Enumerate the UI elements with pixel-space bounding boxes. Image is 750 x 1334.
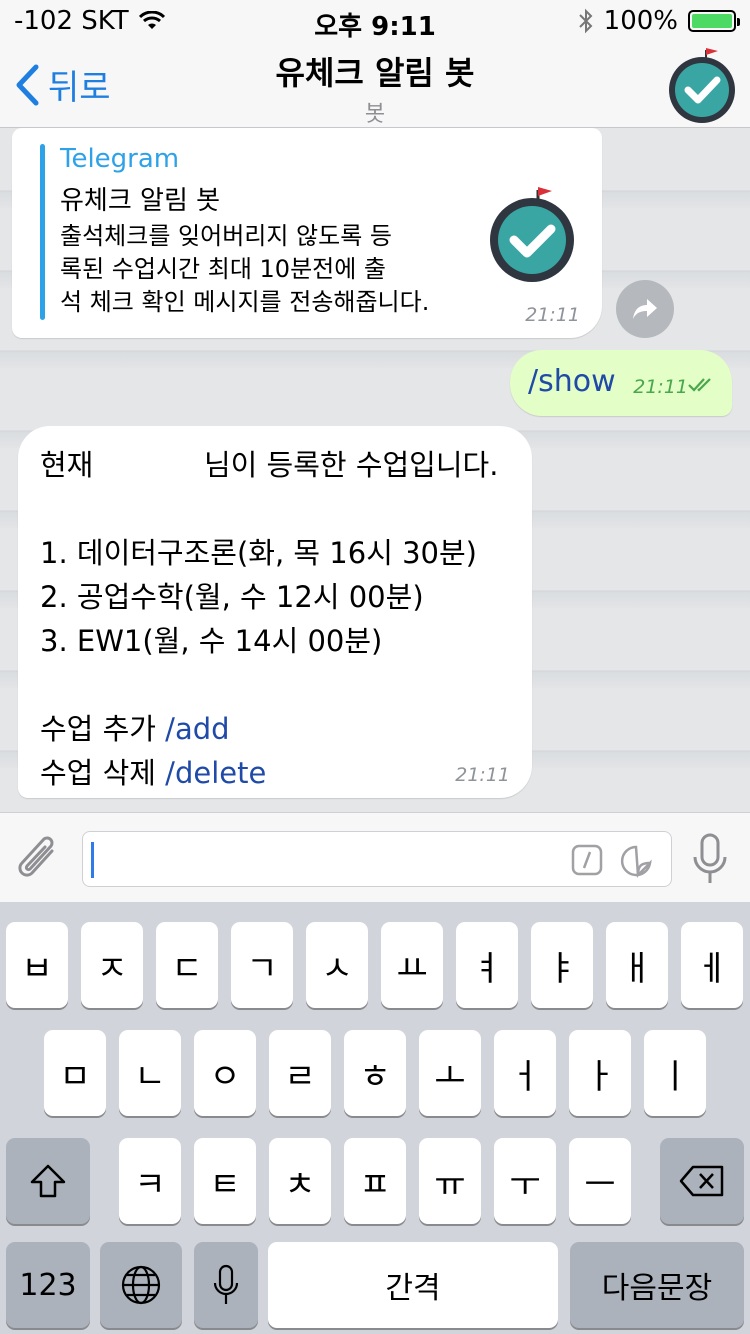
key[interactable]: ㄱ [231, 922, 293, 1008]
share-button[interactable] [616, 280, 674, 338]
add-command-line: 수업 추가 /add [40, 706, 230, 748]
share-icon [633, 299, 657, 319]
delete-command-line: 수업 삭제 /delete [40, 750, 266, 792]
microphone-icon [213, 1264, 239, 1304]
outgoing-text[interactable]: /show [528, 364, 616, 399]
message-time: 21:11 [633, 376, 688, 398]
backspace-key[interactable] [660, 1138, 744, 1224]
globe-icon [121, 1265, 161, 1305]
key[interactable]: ㅁ [44, 1030, 106, 1116]
bot-avatar[interactable] [664, 44, 740, 124]
status-right: 100% [578, 6, 740, 36]
key[interactable]: ㅛ [381, 922, 443, 1008]
keyboard: ㅂ ㅈ ㄷ ㄱ ㅅ ㅛ ㅕ ㅑ ㅐ ㅔ ㅁ ㄴ ㅇ ㄹ ㅎ ㅗ ㅓ ㅏ ㅣ ㅋ … [0, 902, 750, 1334]
course-item: 1. 데이터구조론(화, 목 16시 30분) [40, 536, 477, 570]
return-key[interactable]: 다음문장 [570, 1242, 744, 1328]
message-time: 21:11 [525, 304, 580, 326]
delete-label: 수업 삭제 [40, 756, 166, 790]
preview-site-name: Telegram [60, 144, 180, 174]
key[interactable]: ㅣ [644, 1030, 706, 1116]
chat-title[interactable]: 유체크 알림 봇 봇 [0, 48, 750, 128]
backspace-icon [679, 1165, 724, 1197]
preview-desc-line: 석 체크 확인 메시지를 전송해줍니다. [60, 288, 430, 316]
key[interactable]: ㅍ [344, 1138, 406, 1224]
preview-desc-line: 록된 수업시간 최대 10분전에 출 [60, 255, 387, 283]
link-preview-message[interactable]: Telegram 유체크 알림 봇 출석체크를 잊어버리지 않도록 등 록된 수… [12, 128, 602, 338]
reply-header: 현재 님이 등록한 수업입니다. [40, 448, 499, 482]
outgoing-message[interactable]: /show 21:11 [510, 350, 732, 416]
key[interactable]: ㄹ [269, 1030, 331, 1116]
add-command-link[interactable]: /add [165, 712, 229, 746]
key[interactable]: ㄴ [119, 1030, 181, 1116]
bot-reply-message[interactable]: 현재 님이 등록한 수업입니다. 1. 데이터구조론(화, 목 16시 30분)… [18, 426, 532, 798]
navigation-bar: 뒤로 유체크 알림 봇 봇 [0, 40, 750, 128]
shift-icon [30, 1164, 66, 1198]
slash-command-icon[interactable] [571, 844, 603, 876]
key[interactable]: ㅓ [494, 1030, 556, 1116]
key[interactable]: ㅏ [569, 1030, 631, 1116]
bluetooth-icon [578, 8, 593, 34]
key[interactable]: ㄷ [156, 922, 218, 1008]
key[interactable]: ㅋ [119, 1138, 181, 1224]
key[interactable]: ㅅ [306, 922, 368, 1008]
key[interactable]: ㅜ [494, 1138, 556, 1224]
message-input[interactable] [82, 831, 672, 887]
space-key[interactable]: 간격 [268, 1242, 558, 1328]
key[interactable]: ㅗ [419, 1030, 481, 1116]
paperclip-icon[interactable] [14, 831, 64, 887]
key[interactable]: ㅎ [344, 1030, 406, 1116]
double-check-icon [688, 378, 711, 392]
numbers-key[interactable]: 123 [6, 1242, 90, 1328]
microphone-icon[interactable] [690, 831, 730, 887]
status-bar: -102 SKT 오후 9:11 100% [0, 0, 750, 42]
text-caret [91, 842, 94, 878]
message-time: 21:11 [455, 764, 510, 786]
sticker-icon[interactable] [619, 844, 653, 878]
bot-subtitle: 봇 [364, 102, 386, 127]
course-item: 2. 공업수학(월, 수 12시 00분) [40, 580, 424, 614]
key[interactable]: ㅑ [531, 922, 593, 1008]
key[interactable]: ㅇ [194, 1030, 256, 1116]
preview-accent-bar [40, 144, 45, 320]
battery-percent: 100% [603, 6, 678, 36]
preview-title: 유체크 알림 봇 [60, 186, 221, 216]
key[interactable]: ㅈ [81, 922, 143, 1008]
message-input-bar [0, 812, 750, 902]
key[interactable]: ㅠ [419, 1138, 481, 1224]
dictation-key[interactable] [194, 1242, 258, 1328]
key[interactable]: ㅕ [456, 922, 518, 1008]
key[interactable]: ㅊ [269, 1138, 331, 1224]
battery-icon [688, 10, 740, 32]
key[interactable]: ㅂ [6, 922, 68, 1008]
checkmark-badge-icon [490, 187, 574, 282]
chat-area[interactable]: Telegram 유체크 알림 봇 출석체크를 잊어버리지 않도록 등 록된 수… [0, 128, 750, 812]
delete-command-link[interactable]: /delete [165, 756, 266, 790]
key[interactable]: ㅐ [606, 922, 668, 1008]
key[interactable]: ㅔ [681, 922, 743, 1008]
bot-name: 유체크 알림 봇 [275, 54, 475, 92]
globe-key[interactable] [100, 1242, 182, 1328]
key[interactable]: ㅌ [194, 1138, 256, 1224]
preview-desc-line: 출석체크를 잊어버리지 않도록 등 [60, 222, 393, 250]
add-label: 수업 추가 [40, 712, 166, 746]
course-item: 3. EW1(월, 수 14시 00분) [40, 624, 383, 658]
key[interactable]: ㅡ [569, 1138, 631, 1224]
preview-description: 출석체크를 잊어버리지 않도록 등 록된 수업시간 최대 10분전에 출 석 체… [60, 220, 440, 319]
shift-key[interactable] [6, 1138, 90, 1224]
